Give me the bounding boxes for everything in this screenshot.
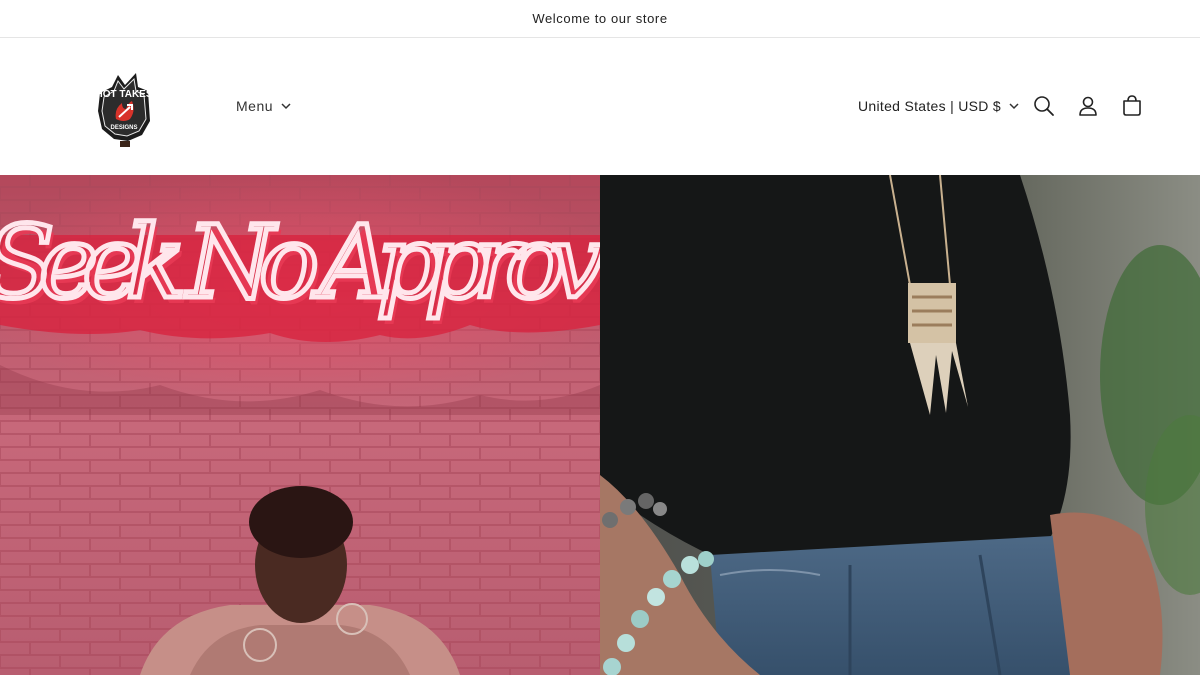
site-header: HOT TAKES DESIGNS Menu United States | U… <box>0 39 1200 175</box>
menu-button[interactable]: Menu <box>236 95 291 117</box>
cart-icon <box>1123 95 1141 116</box>
chevron-down-icon <box>1009 103 1019 110</box>
cart-button[interactable] <box>1118 92 1146 120</box>
chevron-down-icon <box>281 103 291 110</box>
logo-text-bottom: DESIGNS <box>110 125 137 131</box>
neon-sign-text: Seek No Approv <box>0 204 600 321</box>
search-button[interactable] <box>1030 92 1058 120</box>
menu-label: Menu <box>236 98 274 114</box>
account-icon <box>1079 96 1097 116</box>
hot-takes-logo-icon: HOT TAKES DESIGNS <box>95 73 153 147</box>
announcement-bar: Welcome to our store <box>0 0 1200 38</box>
logo-text-top: HOT TAKES <box>95 89 152 100</box>
hero-image-necklace[interactable] <box>600 175 1200 675</box>
hero-image-neon-sign[interactable]: Seek No Approv Seek No Approv <box>0 175 600 675</box>
country-selector[interactable]: United States | USD $ <box>858 95 1019 117</box>
search-icon <box>1034 96 1054 116</box>
announcement-text: Welcome to our store <box>532 11 668 26</box>
country-label: United States | USD $ <box>858 98 1001 114</box>
store-logo[interactable]: HOT TAKES DESIGNS <box>92 69 156 149</box>
hero-banner: Seek No Approv Seek No Approv <box>0 175 1200 675</box>
account-button[interactable] <box>1074 92 1102 120</box>
